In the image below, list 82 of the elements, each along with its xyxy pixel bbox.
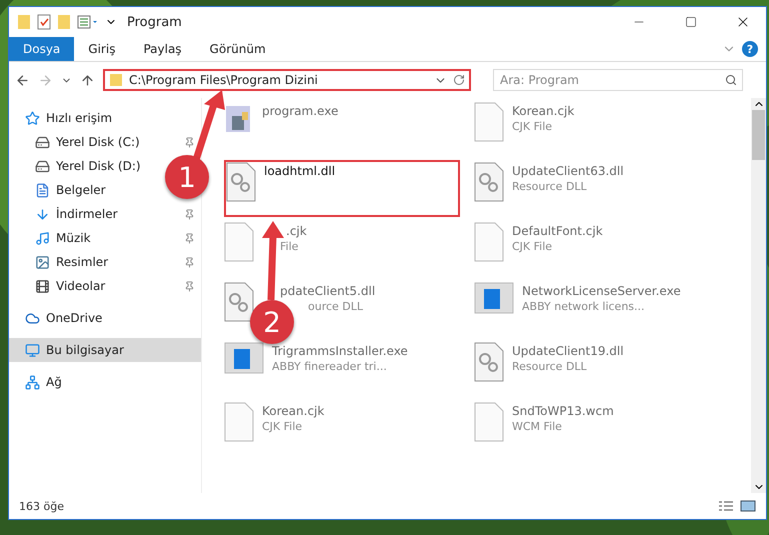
pin-icon[interactable] <box>184 232 195 244</box>
file-icon <box>474 102 504 142</box>
cloud-icon <box>25 310 40 326</box>
file-icon <box>224 402 254 442</box>
gear-file-icon <box>226 162 256 202</box>
ribbon-tab[interactable]: Görünüm <box>196 37 280 61</box>
ribbon-tab[interactable]: Paylaş <box>129 37 196 61</box>
file-name[interactable]: Korean.cjk <box>512 104 574 118</box>
up-icon[interactable] <box>80 72 95 88</box>
film-icon <box>35 278 50 294</box>
star-icon <box>25 110 40 126</box>
pin-icon[interactable] <box>184 280 195 292</box>
window-icon <box>224 342 264 374</box>
file-name[interactable]: TrigrammsInstaller.exe <box>272 344 408 358</box>
sidebar-item[interactable]: Bu bilgisayar <box>9 338 201 362</box>
help-icon[interactable]: ? <box>742 41 758 57</box>
refresh-icon[interactable] <box>453 74 465 86</box>
item-count: 163 öğe <box>19 500 65 512</box>
file-type: ource DLL <box>308 300 364 313</box>
sidebar-item[interactable]: Hızlı erişim <box>9 106 118 130</box>
file-name[interactable]: .cjk <box>286 224 307 238</box>
file-name[interactable]: NetworkLicenseServer.exe <box>522 284 681 298</box>
sidebar-item[interactable]: Resimler <box>9 250 201 274</box>
sidebar-item[interactable]: İndirmeler <box>9 202 201 226</box>
search-icon[interactable] <box>725 74 737 86</box>
gear-file-icon <box>224 282 254 322</box>
file-icon <box>474 222 504 262</box>
file-type: CJK File <box>512 120 552 133</box>
file-type: Resource DLL <box>512 180 587 193</box>
file-type: ABBY finereader tri... <box>272 360 387 373</box>
file-icon <box>224 222 254 262</box>
details-view-icon[interactable] <box>718 500 734 512</box>
file-type: WCM File <box>512 420 562 433</box>
file-type: CJK File <box>262 420 302 433</box>
sidebar-item[interactable]: Ağ <box>9 370 68 394</box>
checklist-icon[interactable] <box>37 14 51 30</box>
folder-icon <box>109 73 123 87</box>
file-name[interactable]: SndToWP13.wcm <box>512 404 614 418</box>
file-tab[interactable]: Dosya <box>9 37 74 61</box>
file-type: File <box>280 240 298 253</box>
drive-icon <box>35 158 50 174</box>
sidebar-item[interactable]: Müzik <box>9 226 201 250</box>
network-icon <box>25 374 40 390</box>
pin-icon[interactable] <box>184 136 195 148</box>
scrollbar-thumb[interactable] <box>752 110 765 160</box>
arrow <box>192 90 225 162</box>
tiles-view-icon[interactable] <box>740 500 756 512</box>
file-name[interactable]: program.exe <box>262 104 338 118</box>
properties-icon[interactable] <box>77 15 99 29</box>
gear-file-icon <box>474 342 504 382</box>
scrollbar[interactable] <box>751 98 766 493</box>
file-name[interactable]: pdateClient5.dll <box>280 284 376 298</box>
file-name[interactable]: UpdateClient63.dll <box>512 164 624 178</box>
search-field[interactable]: Ara: Program <box>493 69 743 91</box>
back-icon[interactable] <box>15 72 30 88</box>
document-icon <box>35 182 50 198</box>
sidebar-item[interactable]: Yerel Disk (C:) <box>9 130 201 154</box>
sidebar-item[interactable]: Videolar <box>9 274 201 298</box>
sidebar-item[interactable]: Belgeler <box>9 178 112 202</box>
maximize-icon[interactable] <box>685 16 697 28</box>
window-icon <box>474 282 514 314</box>
address-bar[interactable]: C:\Program Files\Program Dizini <box>103 69 471 91</box>
sidebar-item[interactable]: Yerel Disk (D:) <box>9 154 147 178</box>
file-name[interactable]: UpdateClient19.dll <box>512 344 624 358</box>
drive-icon <box>35 134 50 150</box>
file-name[interactable]: DefaultFont.cjk <box>512 224 603 238</box>
image-icon <box>35 254 50 270</box>
sidebar-item[interactable]: OneDrive <box>9 306 108 330</box>
file-name[interactable]: loadhtml.dll <box>264 164 336 178</box>
file-type: ABBY network licens... <box>522 300 645 313</box>
gear-file-icon <box>474 162 504 202</box>
pin-icon[interactable] <box>184 256 195 268</box>
monitor-icon <box>25 342 40 358</box>
pin-icon[interactable] <box>184 208 195 220</box>
window-title: Program <box>127 14 182 30</box>
download-icon <box>35 206 50 222</box>
file-type: CJK File <box>512 240 552 253</box>
file-icon <box>474 402 504 442</box>
file-name[interactable]: Korean.cjk <box>262 404 324 418</box>
music-note-icon <box>35 230 50 246</box>
ribbon-tab[interactable]: Giriş <box>74 37 130 61</box>
file-type: Resource DLL <box>512 360 587 373</box>
